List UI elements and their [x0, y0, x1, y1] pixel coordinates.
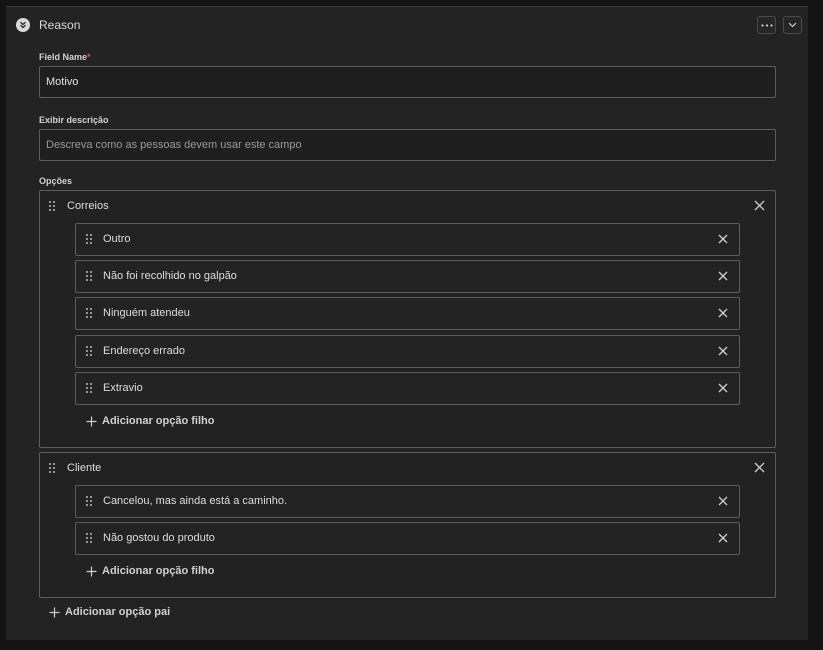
panel-header: Reason	[6, 7, 808, 43]
add-parent-option-button[interactable]: Adicionar opção pai	[49, 606, 170, 618]
more-options-button[interactable]	[757, 16, 776, 34]
add-child-option-label: Adicionar opção filho	[102, 565, 215, 577]
option-group-cliente: Cliente Cancelou, mas ainda está a camin…	[39, 452, 776, 598]
child-option-item[interactable]: Extravio	[75, 372, 740, 405]
child-option-label: Não foi recolhido no galpão	[103, 270, 237, 282]
close-icon[interactable]	[718, 496, 728, 506]
close-icon[interactable]	[718, 234, 728, 244]
child-option-item[interactable]: Cancelou, mas ainda está a caminho.	[75, 485, 740, 518]
drag-handle-icon[interactable]	[86, 346, 92, 356]
options-label: Opções	[39, 176, 73, 186]
close-icon[interactable]	[718, 383, 728, 393]
option-group-name: Correios	[67, 200, 109, 212]
more-horizontal-icon	[760, 23, 773, 27]
child-option-item[interactable]: Não gostou do produto	[75, 522, 740, 555]
child-option-label: Extravio	[103, 382, 143, 394]
child-option-label: Endereço errado	[103, 345, 185, 357]
plus-icon	[49, 607, 65, 618]
close-icon[interactable]	[718, 346, 728, 356]
plus-icon	[86, 416, 102, 427]
child-option-label: Ninguém atendeu	[103, 307, 190, 319]
drag-handle-icon[interactable]	[86, 383, 92, 393]
panel-title: Reason	[39, 18, 81, 32]
plus-icon	[86, 566, 102, 577]
option-group-correios: Correios Outro Não foi recolhido no galp…	[39, 190, 776, 448]
expand-button[interactable]	[783, 16, 802, 34]
close-icon[interactable]	[718, 533, 728, 543]
field-panel: Reason Field Name* Motivo Exibir descriç…	[6, 6, 808, 640]
chevron-down-icon	[788, 22, 797, 28]
add-child-option-button[interactable]: Adicionar opção filho	[86, 415, 214, 427]
required-mark: *	[87, 52, 91, 62]
close-icon[interactable]	[754, 200, 765, 211]
option-group-name: Cliente	[67, 462, 102, 474]
drag-handle-icon[interactable]	[86, 234, 92, 244]
drag-handle-icon[interactable]	[86, 271, 92, 281]
field-name-label: Field Name*	[39, 52, 91, 62]
close-icon[interactable]	[718, 308, 728, 318]
drag-handle-icon[interactable]	[49, 201, 55, 211]
description-input[interactable]: Descreva como as pessoas devem usar este…	[39, 129, 776, 161]
child-option-label: Cancelou, mas ainda está a caminho.	[103, 495, 288, 507]
add-child-option-label: Adicionar opção filho	[102, 415, 215, 427]
drag-handle-icon[interactable]	[86, 496, 92, 506]
child-option-item[interactable]: Não foi recolhido no galpão	[75, 260, 740, 293]
child-option-label: Outro	[103, 233, 131, 245]
description-label: Exibir descrição	[39, 115, 109, 125]
child-option-label: Não gostou do produto	[103, 532, 215, 544]
drag-handle-icon[interactable]	[86, 533, 92, 543]
close-icon[interactable]	[718, 271, 728, 281]
add-parent-option-label: Adicionar opção pai	[65, 606, 171, 618]
close-icon[interactable]	[754, 462, 765, 473]
child-option-item[interactable]: Endereço errado	[75, 335, 740, 368]
add-child-option-button[interactable]: Adicionar opção filho	[86, 565, 214, 577]
drag-handle-icon[interactable]	[86, 308, 92, 318]
drag-handle-icon[interactable]	[49, 463, 55, 473]
chevrons-down-icon[interactable]	[16, 18, 30, 32]
field-name-input[interactable]: Motivo	[39, 66, 776, 98]
child-option-item[interactable]: Ninguém atendeu	[75, 297, 740, 330]
child-option-item[interactable]: Outro	[75, 223, 740, 256]
